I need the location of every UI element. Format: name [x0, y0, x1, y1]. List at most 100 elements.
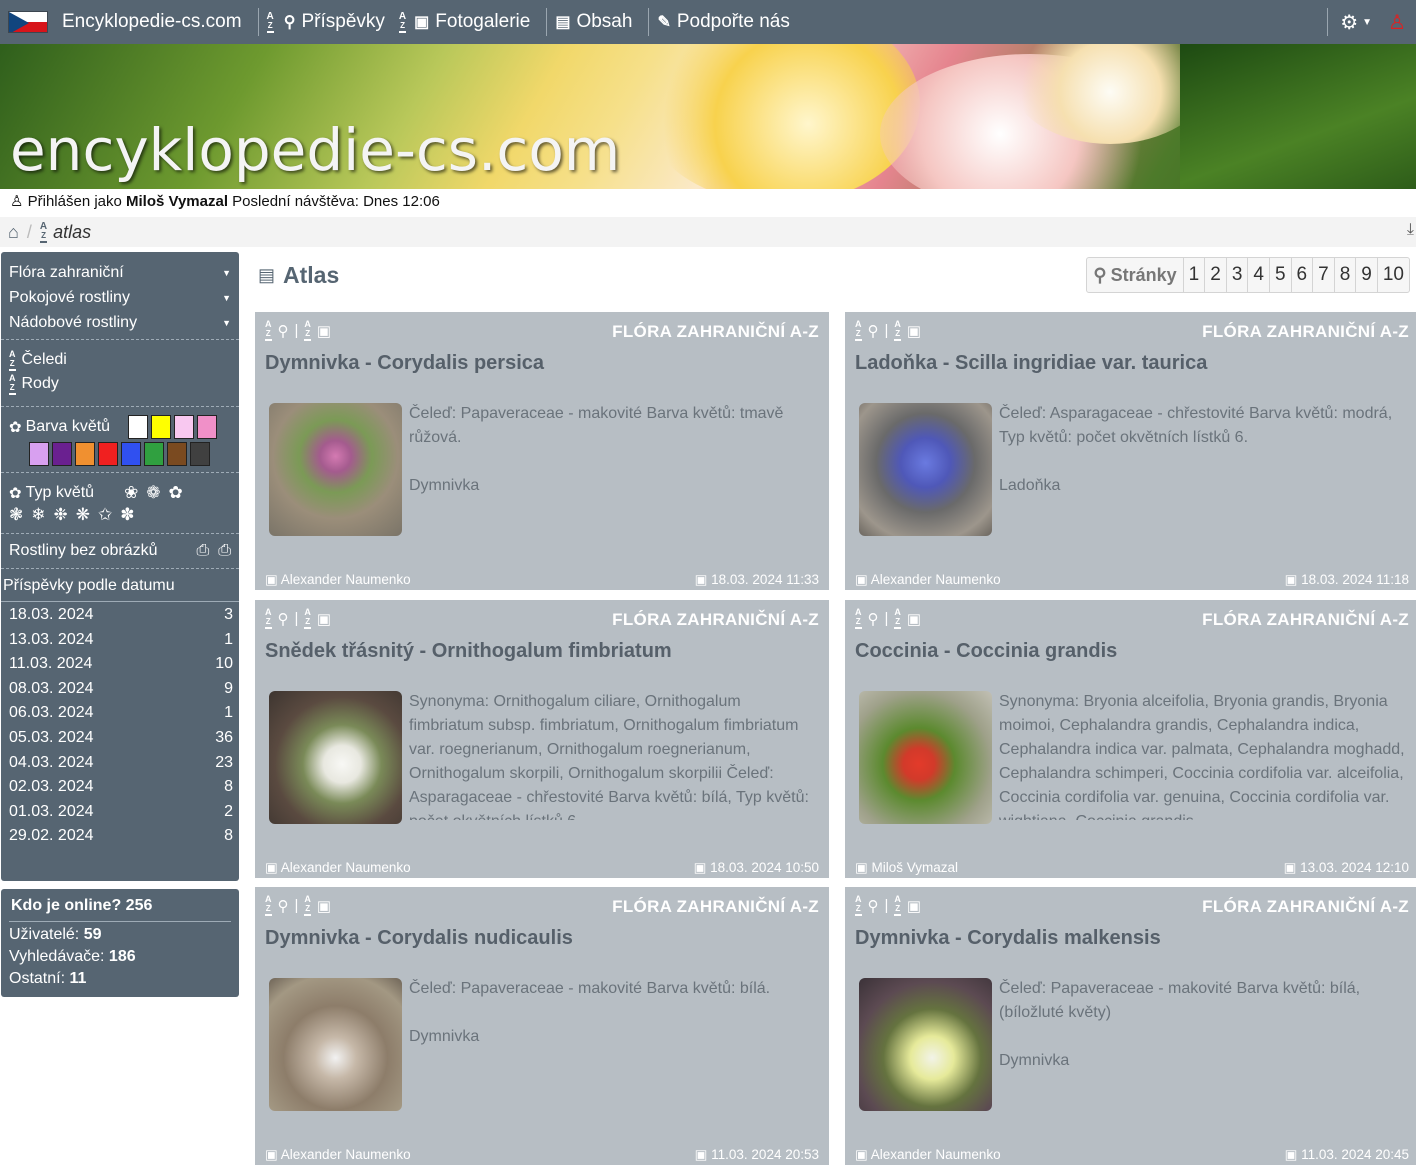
brand[interactable]: Encyklopedie-cs.com — [0, 0, 250, 44]
nav-posts[interactable]: ⚲ Příspěvky — [284, 11, 385, 33]
breadcrumb-current[interactable]: atlas — [53, 222, 91, 243]
az-index-icon[interactable]: AZ — [304, 320, 311, 341]
az-index-icon[interactable]: AZ — [265, 895, 272, 916]
card-title[interactable]: Dymnivka - Corydalis persica — [265, 352, 544, 375]
date-row[interactable]: 05.03. 2024 36 — [1, 729, 239, 754]
page-link[interactable]: 1 — [1184, 258, 1206, 292]
date-row[interactable]: 04.03. 2024 23 — [1, 754, 239, 779]
card-title[interactable]: Ladoňka - Scilla ingridiae var. taurica — [855, 352, 1207, 375]
date-row[interactable]: 13.03. 2024 1 — [1, 631, 239, 656]
login-user[interactable]: Miloš Vymazal — [126, 193, 228, 210]
search-zoom-icon[interactable]: ⚲ — [278, 610, 289, 628]
page-link[interactable]: 3 — [1227, 258, 1249, 292]
color-swatch-pink[interactable] — [197, 415, 218, 439]
az-index-icon[interactable]: AZ — [855, 320, 862, 341]
flower-type-icons[interactable]: ❃❄❉❋✩✽ — [9, 505, 231, 525]
nav-contents[interactable]: ▤ Obsah — [555, 11, 632, 33]
color-swatch-lilac[interactable] — [29, 442, 49, 466]
card-genus[interactable]: Dymnivka — [409, 474, 819, 498]
date-row[interactable]: 29.02. 2024 8 — [1, 827, 239, 852]
card-title[interactable]: Dymnivka - Corydalis nudicaulis — [265, 927, 573, 950]
card-category[interactable]: FLÓRA ZAHRANIČNÍ A-Z — [1202, 897, 1409, 917]
page-link[interactable]: 9 — [1356, 258, 1378, 292]
no-images-link[interactable]: Rostliny bez obrázků ⎙ ⎙ — [9, 542, 231, 560]
date-row[interactable]: 02.03. 2024 8 — [1, 778, 239, 803]
card-thumbnail[interactable] — [859, 403, 992, 536]
color-swatch-white[interactable] — [128, 415, 149, 439]
color-swatch-brown[interactable] — [167, 442, 187, 466]
sidebar-item-pokojove-rostliny[interactable]: Pokojové rostliny ▼ — [9, 285, 231, 310]
date-row[interactable]: 01.03. 2024 2 — [1, 803, 239, 828]
sidebar-item-flora-zahranicni[interactable]: Flóra zahraniční ▼ — [9, 260, 231, 285]
az-index-icon[interactable]: AZ — [855, 608, 862, 629]
card-category[interactable]: FLÓRA ZAHRANIČNÍ A-Z — [612, 897, 819, 917]
camera-icon[interactable]: ▣ — [317, 897, 331, 915]
card-thumbnail[interactable] — [269, 978, 402, 1111]
color-swatch-green[interactable] — [144, 442, 164, 466]
printer-icon[interactable]: ⎙ ⎙ — [197, 542, 232, 560]
az-index-icon[interactable]: AZ — [304, 895, 311, 916]
card-title[interactable]: Snědek třásnitý - Ornithogalum fimbriatu… — [265, 640, 672, 663]
page-link[interactable]: 7 — [1313, 258, 1335, 292]
az-index-icon[interactable]: AZ — [894, 320, 901, 341]
nav-support[interactable]: ✎ Podpořte nás — [657, 11, 789, 33]
card-thumbnail[interactable] — [269, 691, 402, 824]
page-link[interactable]: 5 — [1270, 258, 1292, 292]
banner-title[interactable]: encyklopedie-cs.com — [10, 116, 620, 184]
color-swatch-purple[interactable] — [52, 442, 72, 466]
gear-icon[interactable]: ⚙ — [1340, 10, 1358, 35]
az-index-icon[interactable]: AZ — [894, 608, 901, 629]
card-author[interactable]: ▣ Alexander Naumenko — [855, 572, 1001, 588]
az-index-icon[interactable]: AZ — [304, 608, 311, 629]
card-category[interactable]: FLÓRA ZAHRANIČNÍ A-Z — [1202, 322, 1409, 342]
page-link[interactable]: 2 — [1205, 258, 1227, 292]
sidebar-item-celedi[interactable]: AZ Čeledi — [9, 348, 231, 372]
card-category[interactable]: FLÓRA ZAHRANIČNÍ A-Z — [1202, 610, 1409, 630]
card-author[interactable]: ▣ Alexander Naumenko — [265, 860, 411, 876]
page-link[interactable]: 4 — [1248, 258, 1270, 292]
camera-icon[interactable]: ▣ — [907, 610, 921, 628]
az-index-icon[interactable]: AZ — [398, 11, 407, 33]
card-thumbnail[interactable] — [859, 691, 992, 824]
card-category[interactable]: FLÓRA ZAHRANIČNÍ A-Z — [612, 322, 819, 342]
flower-type-icons[interactable]: ❀❁✿ — [124, 483, 191, 503]
card-genus[interactable]: Dymnivka — [999, 1049, 1409, 1073]
card-genus[interactable]: Ladoňka — [999, 474, 1409, 498]
search-zoom-icon[interactable]: ⚲ — [278, 897, 289, 915]
color-swatch-red[interactable] — [98, 442, 118, 466]
color-swatch-blue[interactable] — [121, 442, 141, 466]
card-genus[interactable]: Dymnivka — [409, 1025, 819, 1049]
date-row[interactable]: 18.03. 2024 3 — [1, 606, 239, 631]
page-link[interactable]: 8 — [1335, 258, 1357, 292]
card-thumbnail[interactable] — [859, 978, 992, 1111]
az-index-icon[interactable]: AZ — [855, 895, 862, 916]
az-index-icon[interactable]: AZ — [265, 320, 272, 341]
date-row[interactable]: 11.03. 2024 10 — [1, 655, 239, 680]
camera-icon[interactable]: ▣ — [317, 322, 331, 340]
color-swatch-light-pink[interactable] — [174, 415, 195, 439]
card-author[interactable]: ▣ Alexander Naumenko — [265, 572, 411, 588]
card-title[interactable]: Coccinia - Coccinia grandis — [855, 640, 1117, 663]
date-row[interactable]: 06.03. 2024 1 — [1, 704, 239, 729]
chevron-down-icon[interactable]: ▼ — [1362, 17, 1372, 28]
color-swatch-dark[interactable] — [190, 442, 210, 466]
az-index-icon[interactable]: AZ — [266, 11, 274, 33]
nav-gallery[interactable]: ▣ Fotogalerie — [414, 11, 530, 33]
search-zoom-icon[interactable]: ⚲ — [868, 610, 879, 628]
camera-icon[interactable]: ▣ — [907, 897, 921, 915]
card-author[interactable]: ▣ Alexander Naumenko — [855, 1147, 1001, 1163]
color-swatch-orange[interactable] — [75, 442, 95, 466]
card-title[interactable]: Dymnivka - Corydalis malkensis — [855, 927, 1161, 950]
sidebar-item-nadobove-rostliny[interactable]: Nádobové rostliny ▼ — [9, 310, 231, 335]
page-link[interactable]: 10 — [1378, 258, 1409, 292]
search-zoom-icon[interactable]: ⚲ — [868, 322, 879, 340]
search-zoom-icon[interactable]: ⚲ — [868, 897, 879, 915]
brand-name[interactable]: Encyklopedie-cs.com — [62, 11, 242, 33]
color-swatch-yellow[interactable] — [151, 415, 172, 439]
search-zoom-icon[interactable]: ⚲ — [278, 322, 289, 340]
card-author[interactable]: ▣ Alexander Naumenko — [265, 1147, 411, 1163]
sidebar-item-rody[interactable]: AZ Rody — [9, 372, 231, 396]
camera-icon[interactable]: ▣ — [317, 610, 331, 628]
page-link[interactable]: 6 — [1292, 258, 1314, 292]
card-category[interactable]: FLÓRA ZAHRANIČNÍ A-Z — [612, 610, 819, 630]
